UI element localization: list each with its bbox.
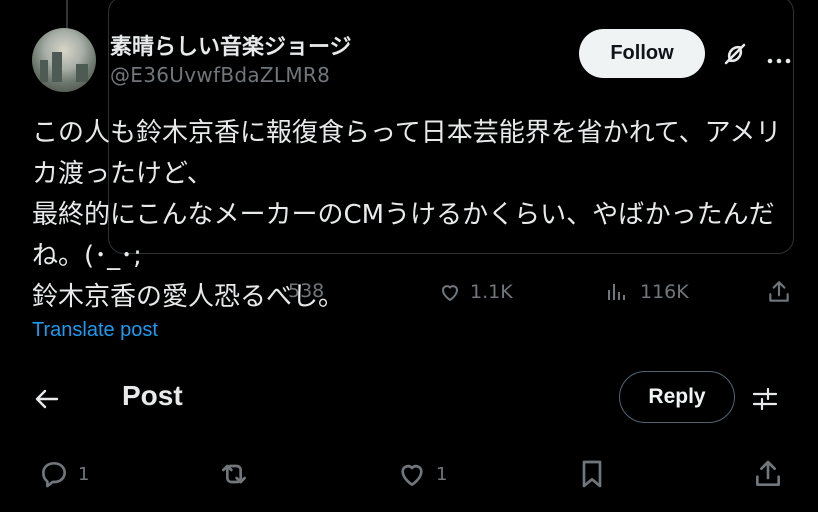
page-title: Post	[122, 380, 183, 411]
reply-action[interactable]: 1	[38, 456, 89, 492]
like-icon	[401, 464, 423, 486]
tweet-text: この人も鈴木京香に報復食らって日本芸能界を省かれて、アメリカ渡ったけど、 最終的…	[32, 118, 782, 312]
bookmark-icon	[582, 460, 602, 488]
avatar[interactable]	[32, 28, 96, 92]
follow-button[interactable]: Follow	[579, 29, 705, 78]
author-display-name[interactable]: 素晴らしい音楽ジョージ	[110, 29, 352, 61]
avatar-decoration	[40, 60, 48, 82]
share-action[interactable]	[752, 456, 784, 492]
filter-button[interactable]	[751, 385, 779, 413]
avatar-decoration	[76, 64, 88, 82]
grok-button[interactable]	[720, 39, 750, 69]
reply-icon	[42, 462, 66, 488]
share-icon	[756, 460, 780, 486]
avatar-decoration	[52, 52, 62, 82]
translate-post-link[interactable]: Translate post	[32, 319, 158, 342]
back-button[interactable]	[34, 386, 60, 412]
bookmark-action[interactable]	[576, 456, 608, 492]
reply-button[interactable]: Reply	[619, 371, 735, 423]
like-count: 1	[436, 463, 448, 485]
reply-count: 1	[78, 463, 90, 485]
like-action[interactable]: 1	[396, 456, 447, 492]
sliders-icon	[752, 387, 778, 411]
repost-action[interactable]	[218, 456, 250, 492]
back-arrow-icon	[35, 389, 59, 409]
more-button[interactable]	[766, 50, 792, 64]
author-handle[interactable]: @E36UvwfBdaZLMR8	[110, 63, 330, 87]
more-icon	[767, 58, 791, 64]
grok-icon	[724, 43, 746, 65]
repost-icon	[222, 464, 246, 484]
